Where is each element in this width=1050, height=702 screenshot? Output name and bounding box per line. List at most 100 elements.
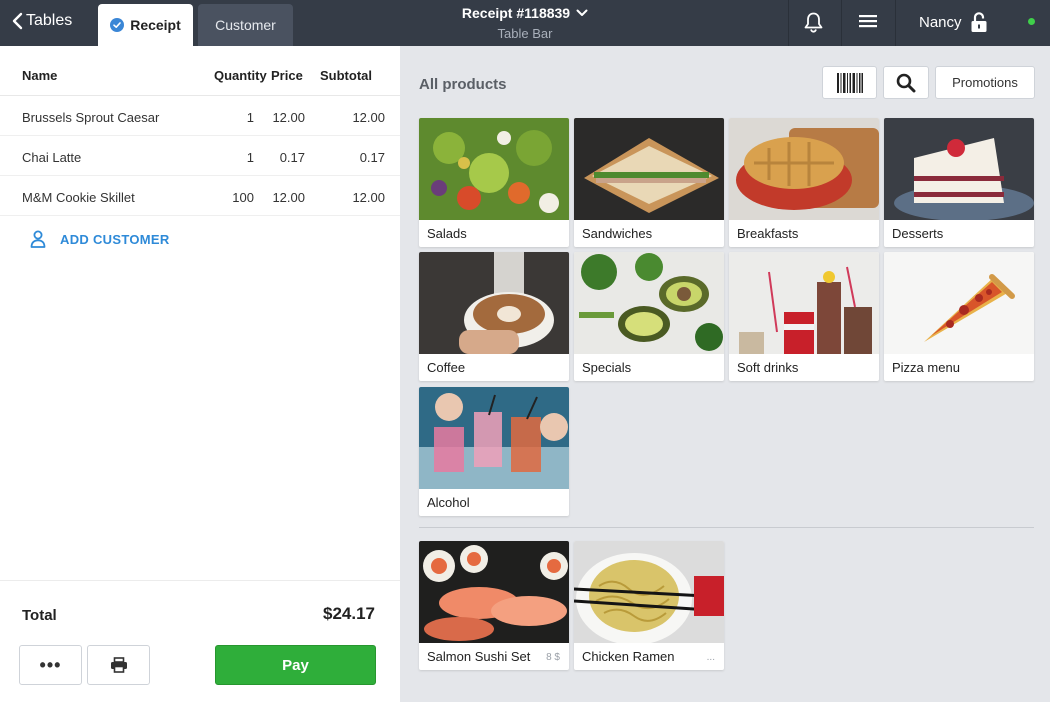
- tab-customer[interactable]: Customer: [198, 4, 293, 46]
- total-value: $24.17: [323, 604, 375, 623]
- topbar-divider: [841, 0, 842, 46]
- more-options-button[interactable]: •••: [19, 645, 82, 685]
- category-card-sandwiches[interactable]: Sandwiches: [574, 118, 724, 247]
- waffle-photo-icon: [729, 118, 879, 220]
- add-customer-button[interactable]: ADD CUSTOMER: [30, 230, 170, 248]
- tab-receipt-label: Receipt: [130, 17, 181, 33]
- item-subtotal: 12.00: [352, 110, 385, 125]
- top-bar: Tables Receipt Customer Receipt #118839 …: [0, 0, 1050, 46]
- category-label: Alcohol: [427, 495, 470, 510]
- tab-receipt[interactable]: Receipt: [98, 4, 193, 46]
- search-icon: [896, 73, 916, 92]
- category-label: Pizza menu: [892, 360, 960, 375]
- topbar-divider: [895, 0, 896, 46]
- category-label: Breakfasts: [737, 226, 799, 241]
- online-status-indicator: [1028, 18, 1035, 25]
- category-card-pizza-menu[interactable]: Pizza menu: [884, 252, 1034, 381]
- ramen-photo-icon: [574, 541, 724, 643]
- add-customer-label: ADD CUSTOMER: [60, 231, 170, 247]
- promotions-button[interactable]: Promotions: [935, 66, 1035, 99]
- user-lock-button[interactable]: Nancy: [919, 11, 988, 33]
- pay-label: Pay: [282, 656, 309, 674]
- barcode-scan-button[interactable]: [822, 66, 877, 99]
- product-card-salmon-sushi-set[interactable]: Salmon Sushi Set 8 $: [419, 541, 569, 670]
- item-quantity: 1: [246, 150, 254, 165]
- products-panel: All products Promotions Salads Sandwiche…: [400, 46, 1050, 702]
- item-subtotal: 0.17: [359, 150, 385, 165]
- avocado-photo-icon: [574, 252, 724, 354]
- sushi-photo-icon: [419, 541, 569, 643]
- category-card-soft-drinks[interactable]: Soft drinks: [729, 252, 879, 381]
- item-quantity: 100: [232, 190, 254, 205]
- sandwich-photo-icon: [574, 118, 724, 220]
- cola-photo-icon: [729, 252, 879, 354]
- person-icon: [30, 230, 46, 248]
- table-row[interactable]: Brussels Sprout Caesar 1 12.00 12.00: [0, 96, 400, 136]
- print-button[interactable]: [87, 645, 150, 685]
- category-label: Coffee: [427, 360, 466, 375]
- search-button[interactable]: [883, 66, 929, 99]
- section-divider: [419, 527, 1034, 528]
- back-to-tables-button[interactable]: Tables: [12, 12, 72, 30]
- category-card-alcohol[interactable]: Alcohol: [419, 387, 569, 516]
- chevron-down-icon: [576, 9, 588, 16]
- column-name: Name: [22, 68, 58, 83]
- topbar-divider: [788, 0, 789, 46]
- item-quantity: 1: [246, 110, 254, 125]
- product-label: Chicken Ramen: [582, 649, 675, 664]
- notifications-button[interactable]: [803, 11, 824, 38]
- category-card-breakfasts[interactable]: Breakfasts: [729, 118, 879, 247]
- table-row[interactable]: Chai Latte 1 0.17 0.17: [0, 136, 400, 176]
- product-price-meta: 8 $: [546, 652, 560, 663]
- tab-customer-label: Customer: [215, 17, 276, 33]
- item-price: 0.17: [279, 150, 305, 165]
- check-circle-icon: [110, 18, 125, 32]
- item-price: 12.00: [272, 190, 305, 205]
- column-subtotal: Subtotal: [320, 68, 372, 83]
- menu-button[interactable]: [859, 13, 877, 34]
- category-card-salads[interactable]: Salads: [419, 118, 569, 247]
- chevron-left-icon: [12, 12, 23, 30]
- category-label: Salads: [427, 226, 467, 241]
- category-label: Sandwiches: [582, 226, 653, 241]
- cocktail-photo-icon: [419, 387, 569, 489]
- total-divider: [0, 580, 400, 581]
- product-card-chicken-ramen[interactable]: Chicken Ramen ...: [574, 541, 724, 670]
- salad-photo-icon: [419, 118, 569, 220]
- product-label: Salmon Sushi Set: [427, 649, 531, 664]
- category-card-coffee[interactable]: Coffee: [419, 252, 569, 381]
- pay-button[interactable]: Pay: [215, 645, 376, 685]
- user-name: Nancy: [919, 13, 962, 31]
- more-dots-icon: •••: [39, 654, 62, 675]
- item-name: M&M Cookie Skillet: [22, 190, 135, 205]
- receipt-number: Receipt #118839: [461, 5, 571, 21]
- unlock-icon: [971, 12, 987, 32]
- item-price: 12.00: [272, 110, 305, 125]
- column-price: Price: [271, 68, 303, 83]
- latte-photo-icon: [419, 252, 569, 354]
- table-name: Table Bar: [497, 26, 553, 41]
- category-label: Soft drinks: [737, 360, 799, 375]
- barcode-icon: [836, 72, 863, 93]
- item-subtotal: 12.00: [352, 190, 385, 205]
- hamburger-menu-icon: [859, 15, 877, 28]
- pizza-photo-icon: [884, 252, 1034, 354]
- cake-photo-icon: [884, 118, 1034, 220]
- category-card-specials[interactable]: Specials: [574, 252, 724, 381]
- bell-icon: [804, 12, 823, 33]
- item-name: Brussels Sprout Caesar: [22, 110, 160, 125]
- receipt-table-header: Name Quantity Price Subtotal: [0, 46, 400, 96]
- promotions-label: Promotions: [952, 75, 1018, 90]
- total-label: Total: [22, 607, 57, 624]
- item-name: Chai Latte: [22, 150, 82, 165]
- receipt-selector[interactable]: Receipt #118839 Table Bar: [430, 5, 620, 41]
- category-card-desserts[interactable]: Desserts: [884, 118, 1034, 247]
- category-label: Desserts: [892, 226, 944, 241]
- back-label: Tables: [26, 12, 73, 29]
- printer-icon: [110, 657, 127, 673]
- column-quantity: Quantity: [214, 68, 267, 83]
- section-title: All products: [419, 76, 507, 93]
- category-label: Specials: [582, 360, 632, 375]
- receipt-panel: Name Quantity Price Subtotal Brussels Sp…: [0, 46, 400, 702]
- table-row[interactable]: M&M Cookie Skillet 100 12.00 12.00: [0, 176, 400, 216]
